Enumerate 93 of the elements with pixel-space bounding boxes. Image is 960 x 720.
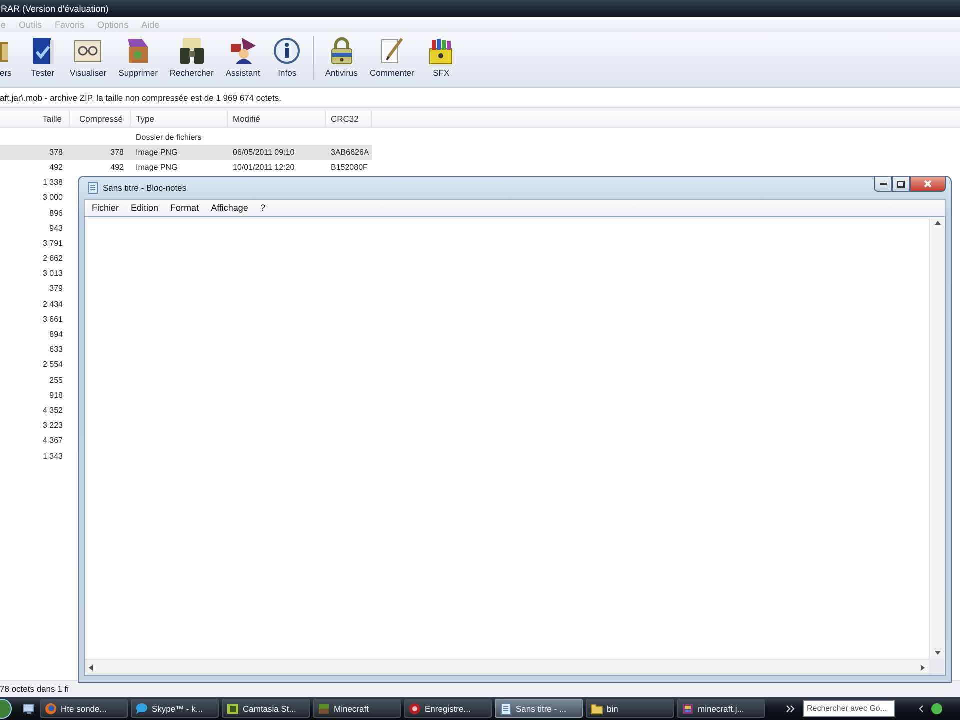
maximize-button[interactable] (892, 177, 910, 192)
minimize-button[interactable] (874, 177, 892, 192)
menu-item[interactable]: Edition (130, 203, 160, 213)
column-header[interactable]: CRC32 (326, 111, 372, 127)
status-text: 78 octets dans 1 fi (0, 684, 69, 694)
chevron-icon[interactable] (918, 704, 924, 712)
taskbar-button[interactable]: Enregistre... (404, 699, 492, 718)
toolbar-button[interactable]: Tester (24, 36, 62, 82)
maximize-icon (897, 180, 905, 188)
folder-icon (591, 702, 603, 714)
taskbar-button[interactable]: Minecraft (313, 699, 401, 718)
table-cell-text: 492 (50, 162, 64, 172)
toolbar-button[interactable]: ers (0, 36, 20, 82)
table-cell-text: 255 (50, 376, 64, 385)
close-button[interactable] (910, 177, 946, 192)
table-cell-text: 896 (50, 208, 64, 218)
globe-icon (45, 702, 57, 714)
toolbar-button[interactable]: Rechercher (166, 36, 218, 82)
chat-icon (136, 702, 148, 714)
toolbar-button[interactable]: Assistant (222, 36, 264, 82)
chevron-icon[interactable] (786, 704, 796, 712)
table-cell-text: 918 (50, 390, 64, 400)
record-icon (409, 702, 421, 714)
archive-info: aft.jar\.mob - archive ZIP, la taille non compressée est de 1 969 674 octets. (0, 92, 282, 102)
window-title: Sans titre - Bloc-notes (103, 183, 187, 193)
file-row[interactable]: 378 378 Image PNG 06/05/2011 09:10 3AB6626A (0, 144, 372, 160)
menu-item[interactable]: Format (170, 203, 200, 213)
vertical-scrollbar[interactable] (929, 217, 945, 659)
table-cell-text: B152080F (330, 162, 368, 172)
column-header[interactable]: Compressé (70, 111, 131, 127)
notepad-icon (87, 182, 99, 194)
horizontal-scrollbar[interactable] (85, 659, 929, 675)
taskbar-button[interactable]: minecraft.j... (677, 699, 765, 718)
toolbar-button[interactable]: Visualiser (66, 36, 111, 82)
taskbar-button[interactable]: Camtasia St... (222, 699, 310, 718)
tile-icon (227, 702, 239, 714)
table-cell-text: 2 434 (42, 300, 64, 309)
table-cell-text: 378 (110, 148, 125, 157)
block-icon (318, 702, 330, 714)
table-cell-text: 379 (50, 284, 64, 294)
taskbar-button[interactable]: Hte sonde... (40, 699, 128, 718)
start-orb-icon[interactable] (0, 698, 12, 718)
table-cell-text: 3 791 (42, 238, 64, 248)
left-arrow-icon (89, 664, 93, 670)
table-cell-text: 1 343 (42, 452, 64, 461)
table-cell-text: 492 (110, 162, 125, 172)
taskbar-button[interactable]: Sans titre - ... (495, 699, 583, 718)
taskbar-button[interactable]: bin (586, 699, 674, 718)
table-cell-text: 3 661 (42, 314, 64, 324)
table-cell-text: 3 223 (42, 421, 64, 430)
tray-icon[interactable] (931, 702, 943, 714)
table-cell-text: Image PNG (135, 148, 178, 157)
table-cell-text: Dossier de fichiers (135, 132, 202, 142)
column-header[interactable]: Type (131, 111, 228, 127)
archive-icon (682, 702, 694, 714)
table-cell-text: 2 662 (42, 254, 64, 264)
window-title: RAR (Version d'évaluation) (1, 4, 109, 14)
toolbar-button[interactable]: Commenter (366, 36, 418, 82)
table-cell-text: 633 (50, 345, 64, 354)
table-cell-text: 894 (50, 330, 64, 340)
table-cell-text: 378 (50, 148, 64, 157)
table-cell-text: 943 (50, 224, 64, 233)
right-arrow-icon (921, 664, 925, 670)
down-arrow-icon (934, 651, 940, 655)
table-cell-text: 4 352 (42, 406, 64, 415)
minimize-icon (880, 183, 886, 185)
toolbar-button[interactable]: Supprimer (114, 36, 162, 82)
menu-item[interactable]: ? (259, 203, 266, 213)
table-cell-text: 1 338 (42, 178, 64, 188)
table-cell-text: 3 000 (42, 193, 64, 202)
up-arrow-icon (934, 221, 940, 225)
column-header[interactable]: Modifié (228, 111, 326, 127)
toolbar-button[interactable]: Antivirus (321, 36, 362, 82)
toolbar-button[interactable]: Infos (268, 36, 306, 82)
desktop-icon[interactable] (23, 702, 35, 714)
person-icon (228, 36, 258, 66)
table-cell-text: 4 367 (42, 436, 64, 446)
table-cell-text: 10/01/2011 12:20 (232, 162, 295, 172)
close-icon (924, 180, 932, 188)
table-cell-text: 06/05/2011 09:10 (232, 148, 295, 157)
column-header[interactable]: Taille (10, 111, 70, 127)
table-cell-text: 3AB6626A (330, 148, 370, 157)
notepad-icon (500, 702, 512, 714)
menu-item[interactable]: Affichage (210, 203, 250, 213)
toolbar-button[interactable]: SFX (422, 36, 460, 82)
table-cell-text: 3 013 (42, 269, 64, 278)
info-icon (272, 36, 302, 66)
table-cell-text: 2 554 (42, 360, 64, 370)
table-cell-text: Image PNG (135, 162, 178, 172)
menu-item[interactable]: Fichier (91, 203, 120, 213)
search-field[interactable]: Rechercher avec Go... (803, 700, 895, 717)
scrollbar-corner (929, 659, 945, 675)
taskbar-button[interactable]: Skype™ - k... (131, 699, 219, 718)
